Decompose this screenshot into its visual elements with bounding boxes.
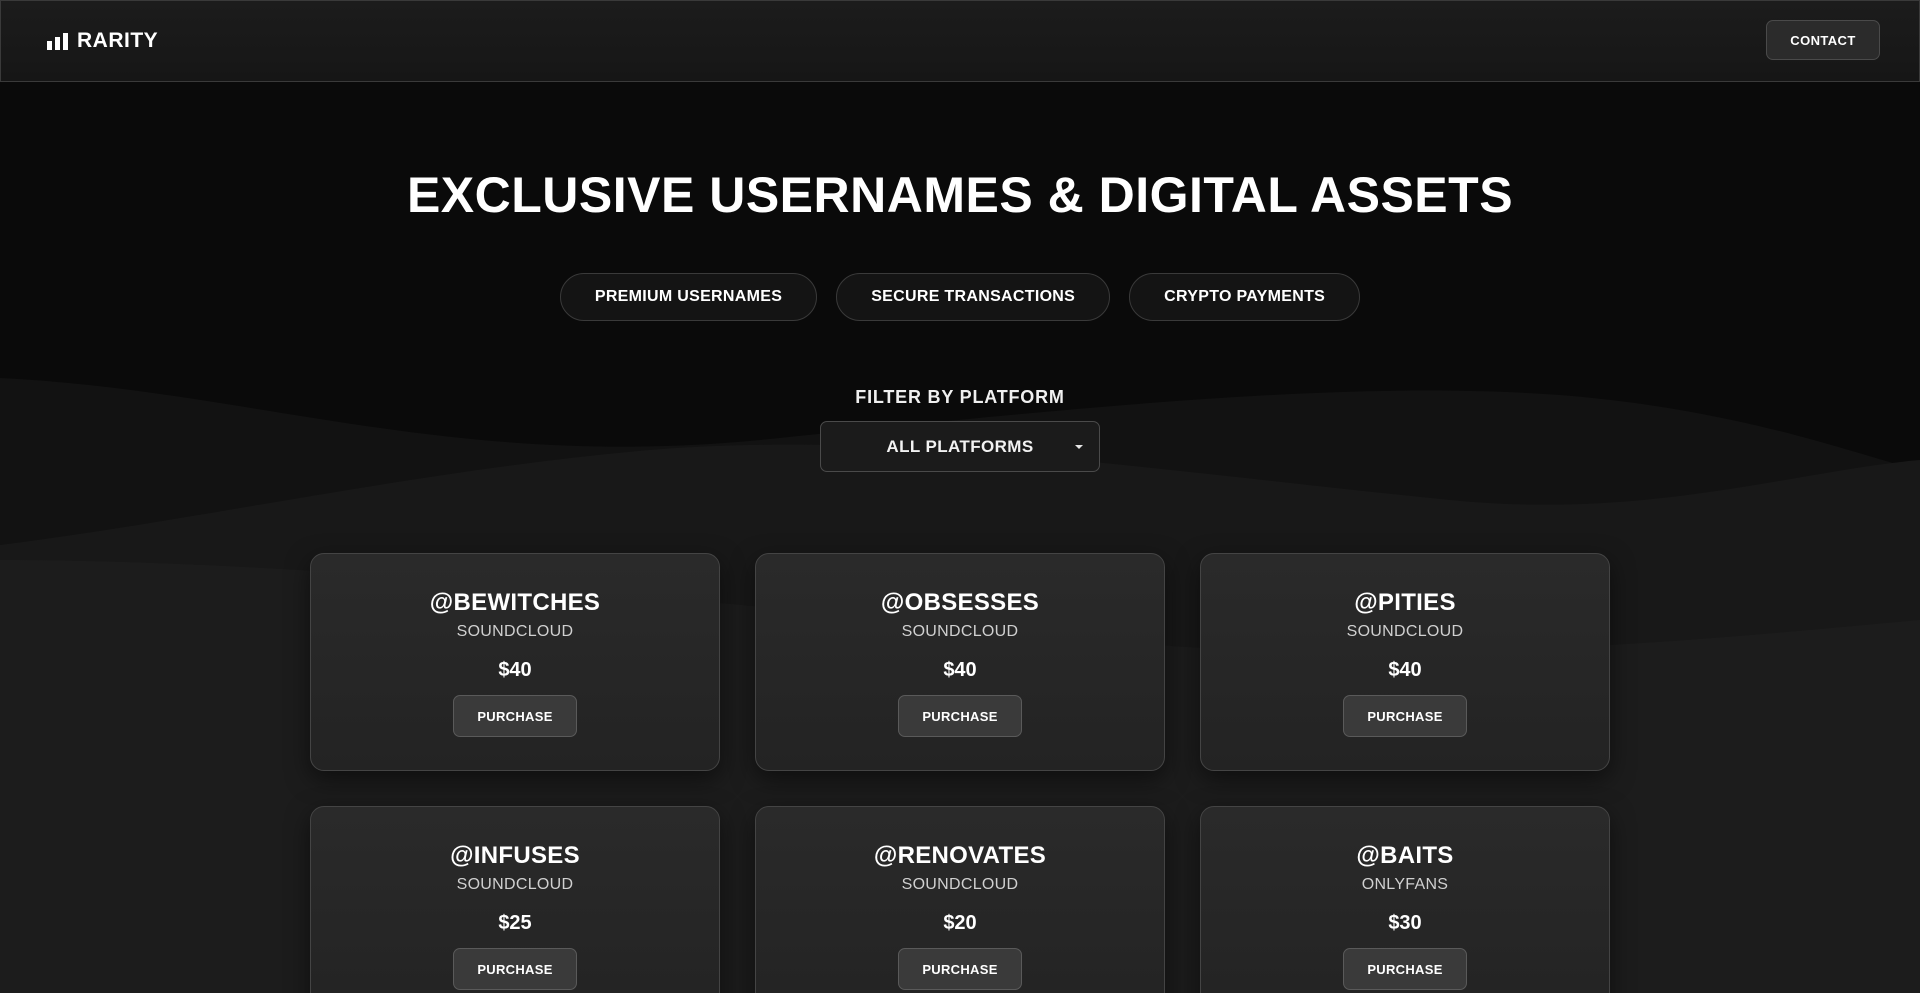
listing-username: @RENOVATES (873, 842, 1047, 869)
bar-chart-icon (47, 33, 68, 50)
brand-logo[interactable]: RARITY (47, 29, 158, 53)
listing-platform: ONLYFANS (1361, 876, 1449, 893)
listing-username: @PITIES (1354, 589, 1456, 616)
listing-username: @INFUSES (450, 842, 580, 869)
platform-filter-value: ALL PLATFORMS (886, 436, 1034, 456)
listing-price: $40 (1388, 659, 1422, 681)
listing-price: $40 (498, 659, 532, 681)
feature-pill-premium-usernames: PREMIUM USERNAMES (559, 273, 818, 321)
filter-label: FILTER BY PLATFORM (855, 387, 1065, 407)
listing-platform: SOUNDCLOUD (1346, 623, 1464, 640)
listing-platform: SOUNDCLOUD (901, 623, 1019, 640)
top-nav-bar: RARITY CONTACT (0, 0, 1920, 82)
purchase-button[interactable]: PURCHASE (453, 695, 577, 737)
purchase-button[interactable]: PURCHASE (453, 948, 577, 990)
feature-pill-secure-transactions: SECURE TRANSACTIONS (836, 273, 1111, 321)
listing-card: @OBSESSES SOUNDCLOUD $40 PURCHASE (755, 553, 1165, 771)
purchase-button[interactable]: PURCHASE (898, 948, 1022, 990)
listing-card: @PITIES SOUNDCLOUD $40 PURCHASE (1200, 553, 1610, 771)
page: RARITY CONTACT EXCLUSIVE USERNAMES & DIG… (0, 0, 1920, 993)
listing-card: @BAITS ONLYFANS $30 PURCHASE (1200, 806, 1610, 993)
listing-platform: SOUNDCLOUD (456, 876, 574, 893)
listing-grid: @BEWITCHES SOUNDCLOUD $40 PURCHASE @OBSE… (310, 553, 1610, 993)
purchase-button[interactable]: PURCHASE (898, 695, 1022, 737)
listing-username: @OBSESSES (880, 589, 1040, 616)
listing-platform: SOUNDCLOUD (901, 876, 1019, 893)
listing-username: @BAITS (1356, 842, 1454, 869)
listing-card: @INFUSES SOUNDCLOUD $25 PURCHASE (310, 806, 720, 993)
contact-button[interactable]: CONTACT (1766, 20, 1880, 60)
listing-card: @RENOVATES SOUNDCLOUD $20 PURCHASE (755, 806, 1165, 993)
listing-card: @BEWITCHES SOUNDCLOUD $40 PURCHASE (310, 553, 720, 771)
hero-title: EXCLUSIVE USERNAMES & DIGITAL ASSETS (406, 167, 1514, 223)
feature-pills: PREMIUM USERNAMES SECURE TRANSACTIONS CR… (0, 273, 1920, 321)
listing-platform: SOUNDCLOUD (456, 623, 574, 640)
caret-down-icon (1075, 445, 1083, 449)
listing-username: @BEWITCHES (429, 589, 601, 616)
platform-filter-select[interactable]: ALL PLATFORMS (820, 421, 1100, 472)
listing-price: $20 (943, 912, 977, 934)
listing-price: $25 (498, 912, 532, 934)
purchase-button[interactable]: PURCHASE (1343, 695, 1467, 737)
feature-pill-crypto-payments: CRYPTO PAYMENTS (1129, 273, 1361, 321)
listing-price: $30 (1388, 912, 1422, 934)
brand-name: RARITY (77, 29, 159, 52)
purchase-button[interactable]: PURCHASE (1343, 948, 1467, 990)
listing-price: $40 (943, 659, 977, 681)
